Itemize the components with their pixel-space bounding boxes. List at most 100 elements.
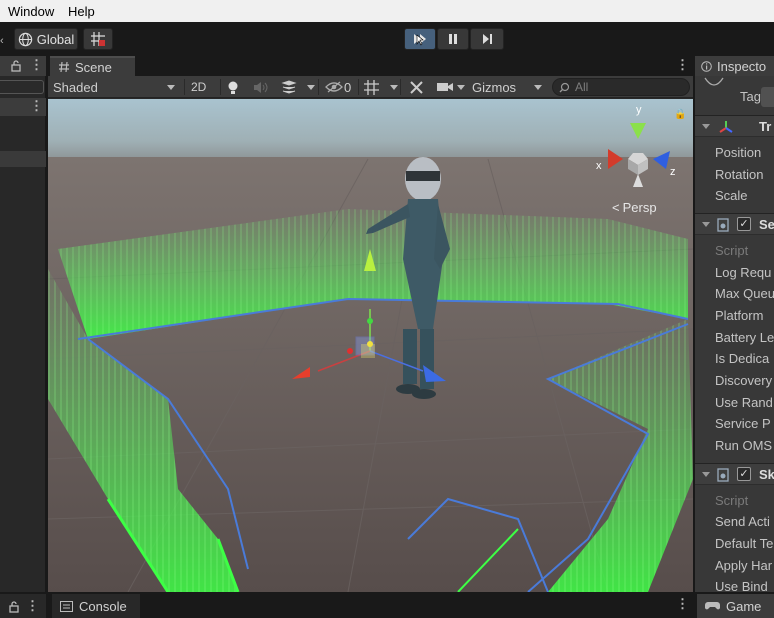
component-1-title: Se bbox=[759, 217, 774, 232]
camera-icon[interactable] bbox=[436, 81, 454, 93]
scene-panel: Scene ⋮ Shaded 2D 0 Gizmos All y x z 🔒 <… bbox=[48, 56, 693, 592]
component-1-field: Discovery bbox=[715, 373, 773, 388]
effects-chevron-icon[interactable] bbox=[307, 85, 315, 90]
transform-header[interactable]: Tr bbox=[695, 115, 774, 137]
component-1-field: Use Rand bbox=[715, 395, 773, 410]
axis-z-label[interactable]: z bbox=[670, 166, 676, 178]
component-1-field: Run OMS bbox=[715, 438, 773, 453]
hierarchy-tab[interactable]: ⋮ bbox=[0, 56, 46, 76]
component-1-field: Battery Le bbox=[715, 330, 774, 345]
step-button[interactable] bbox=[470, 28, 504, 50]
tab-game[interactable]: Game bbox=[697, 594, 774, 618]
menu-help[interactable]: Help bbox=[68, 4, 95, 19]
tab-console[interactable]: Console bbox=[52, 594, 140, 618]
lock-icon[interactable] bbox=[10, 59, 22, 72]
play-button[interactable] bbox=[404, 28, 436, 50]
menu-bar: Window Help bbox=[0, 0, 774, 22]
component-1-enabled-checkbox[interactable]: ✓ bbox=[737, 217, 751, 231]
scene-hash-icon bbox=[59, 61, 69, 73]
component-1-field: Log Requ bbox=[715, 265, 772, 280]
shading-mode-dropdown[interactable]: Shaded bbox=[53, 78, 178, 96]
more-options-icon[interactable]: ⋮ bbox=[26, 598, 39, 614]
2d-label: 2D bbox=[191, 80, 207, 94]
component-2-field: Default Te bbox=[715, 536, 774, 551]
more-options-icon[interactable]: ⋮ bbox=[30, 57, 43, 73]
pause-icon bbox=[449, 34, 457, 44]
toolbar-overflow-icon[interactable]: ‹ bbox=[0, 35, 8, 47]
search-icon bbox=[559, 82, 570, 92]
scene-more-icon[interactable]: ⋮ bbox=[676, 57, 689, 73]
axis-y-label: y bbox=[636, 104, 642, 116]
step-icon bbox=[483, 34, 492, 44]
scene-render bbox=[48, 99, 693, 592]
tab-scene[interactable]: Scene bbox=[50, 56, 135, 76]
scene-tab-label: Scene bbox=[75, 59, 112, 75]
component-1-field: Service P bbox=[715, 416, 771, 431]
console-icon bbox=[60, 600, 73, 612]
hidden-count-value: 0 bbox=[344, 79, 352, 95]
axis-x-label[interactable]: x bbox=[596, 160, 602, 172]
hierarchy-selected-row[interactable] bbox=[0, 151, 46, 167]
component-2-field: Send Acti bbox=[715, 514, 770, 529]
tag-label: Tag bbox=[740, 89, 761, 104]
hierarchy-search-input[interactable] bbox=[0, 80, 44, 94]
gizmos-chevron-icon bbox=[534, 85, 542, 90]
console-tab-label: Console bbox=[79, 598, 127, 614]
hierarchy-scene-header[interactable]: ⋮ bbox=[0, 98, 46, 116]
project-tab[interactable]: ⋮ bbox=[0, 594, 46, 618]
menu-window[interactable]: Window bbox=[8, 4, 54, 19]
component-2-title: Sk bbox=[759, 467, 774, 482]
tab-inspector[interactable]: Inspecto bbox=[695, 56, 774, 76]
script-icon bbox=[717, 468, 729, 482]
lighting-icon[interactable] bbox=[226, 80, 240, 95]
scene-search-input[interactable]: All bbox=[552, 78, 690, 96]
projection-label: Persp bbox=[622, 200, 657, 215]
scene-search-placeholder: All bbox=[575, 80, 589, 94]
component-header-2[interactable]: ✓ Sk bbox=[695, 463, 774, 485]
effects-icon[interactable] bbox=[281, 80, 297, 95]
component-1-field: Platform bbox=[715, 308, 764, 323]
console-more-icon[interactable]: ⋮ bbox=[676, 596, 689, 612]
audio-icon[interactable] bbox=[253, 81, 268, 94]
component-header-1[interactable]: ✓ Se bbox=[695, 213, 774, 235]
rotation-label: Rotation bbox=[715, 167, 764, 182]
hidden-objects-icon[interactable] bbox=[325, 81, 343, 93]
shading-mode-value: Shaded bbox=[53, 79, 98, 95]
scene-viewport[interactable]: y x z 🔒 < Persp bbox=[48, 99, 693, 592]
lock-icon[interactable] bbox=[8, 600, 20, 613]
gizmos-dropdown[interactable]: Gizmos bbox=[472, 78, 544, 96]
scene-options-icon[interactable]: ⋮ bbox=[30, 98, 43, 114]
gamepad-icon bbox=[705, 602, 720, 610]
bottom-tab-bar: ⋮ Console ⋮ Game bbox=[0, 592, 774, 618]
pause-button[interactable] bbox=[437, 28, 469, 50]
tools-icon[interactable] bbox=[409, 80, 424, 95]
collapse-icon bbox=[702, 472, 710, 477]
chevron-down-icon bbox=[167, 85, 175, 90]
grid-icon[interactable] bbox=[363, 79, 380, 96]
gameobject-icon bbox=[704, 77, 724, 86]
projection-toggle[interactable]: < Persp bbox=[612, 200, 657, 215]
pivot-rotation-toggle[interactable]: Global bbox=[14, 28, 78, 50]
scene-view-toolbar: Shaded 2D 0 Gizmos All bbox=[48, 76, 693, 98]
tag-dropdown[interactable] bbox=[761, 87, 774, 107]
inspector-panel: Inspecto Tag Tr Position Rotation Scale … bbox=[695, 56, 774, 594]
persp-arrow-icon: < bbox=[612, 200, 620, 215]
grid-snap-button[interactable] bbox=[83, 28, 113, 50]
inspector-tab-label: Inspecto bbox=[717, 58, 767, 74]
grid-chevron-icon[interactable] bbox=[390, 85, 398, 90]
position-label: Position bbox=[715, 145, 762, 160]
play-icon bbox=[414, 34, 426, 46]
component-2-field: Script bbox=[715, 493, 749, 508]
camera-chevron-icon[interactable] bbox=[457, 85, 465, 90]
component-2-enabled-checkbox[interactable]: ✓ bbox=[737, 467, 751, 481]
component-1-field: Is Dedica bbox=[715, 351, 770, 366]
script-icon bbox=[717, 218, 729, 232]
scale-label: Scale bbox=[715, 188, 748, 203]
info-icon bbox=[701, 60, 712, 72]
gizmo-lock-icon[interactable]: 🔒 bbox=[674, 109, 686, 120]
toggle-2d-button[interactable]: 2D bbox=[191, 78, 215, 96]
scene-tab-bar: Scene ⋮ bbox=[48, 56, 693, 76]
globe-icon bbox=[18, 32, 32, 46]
component-2-field: Apply Har bbox=[715, 558, 773, 573]
hierarchy-panel: ⋮ ⋮ bbox=[0, 56, 46, 592]
